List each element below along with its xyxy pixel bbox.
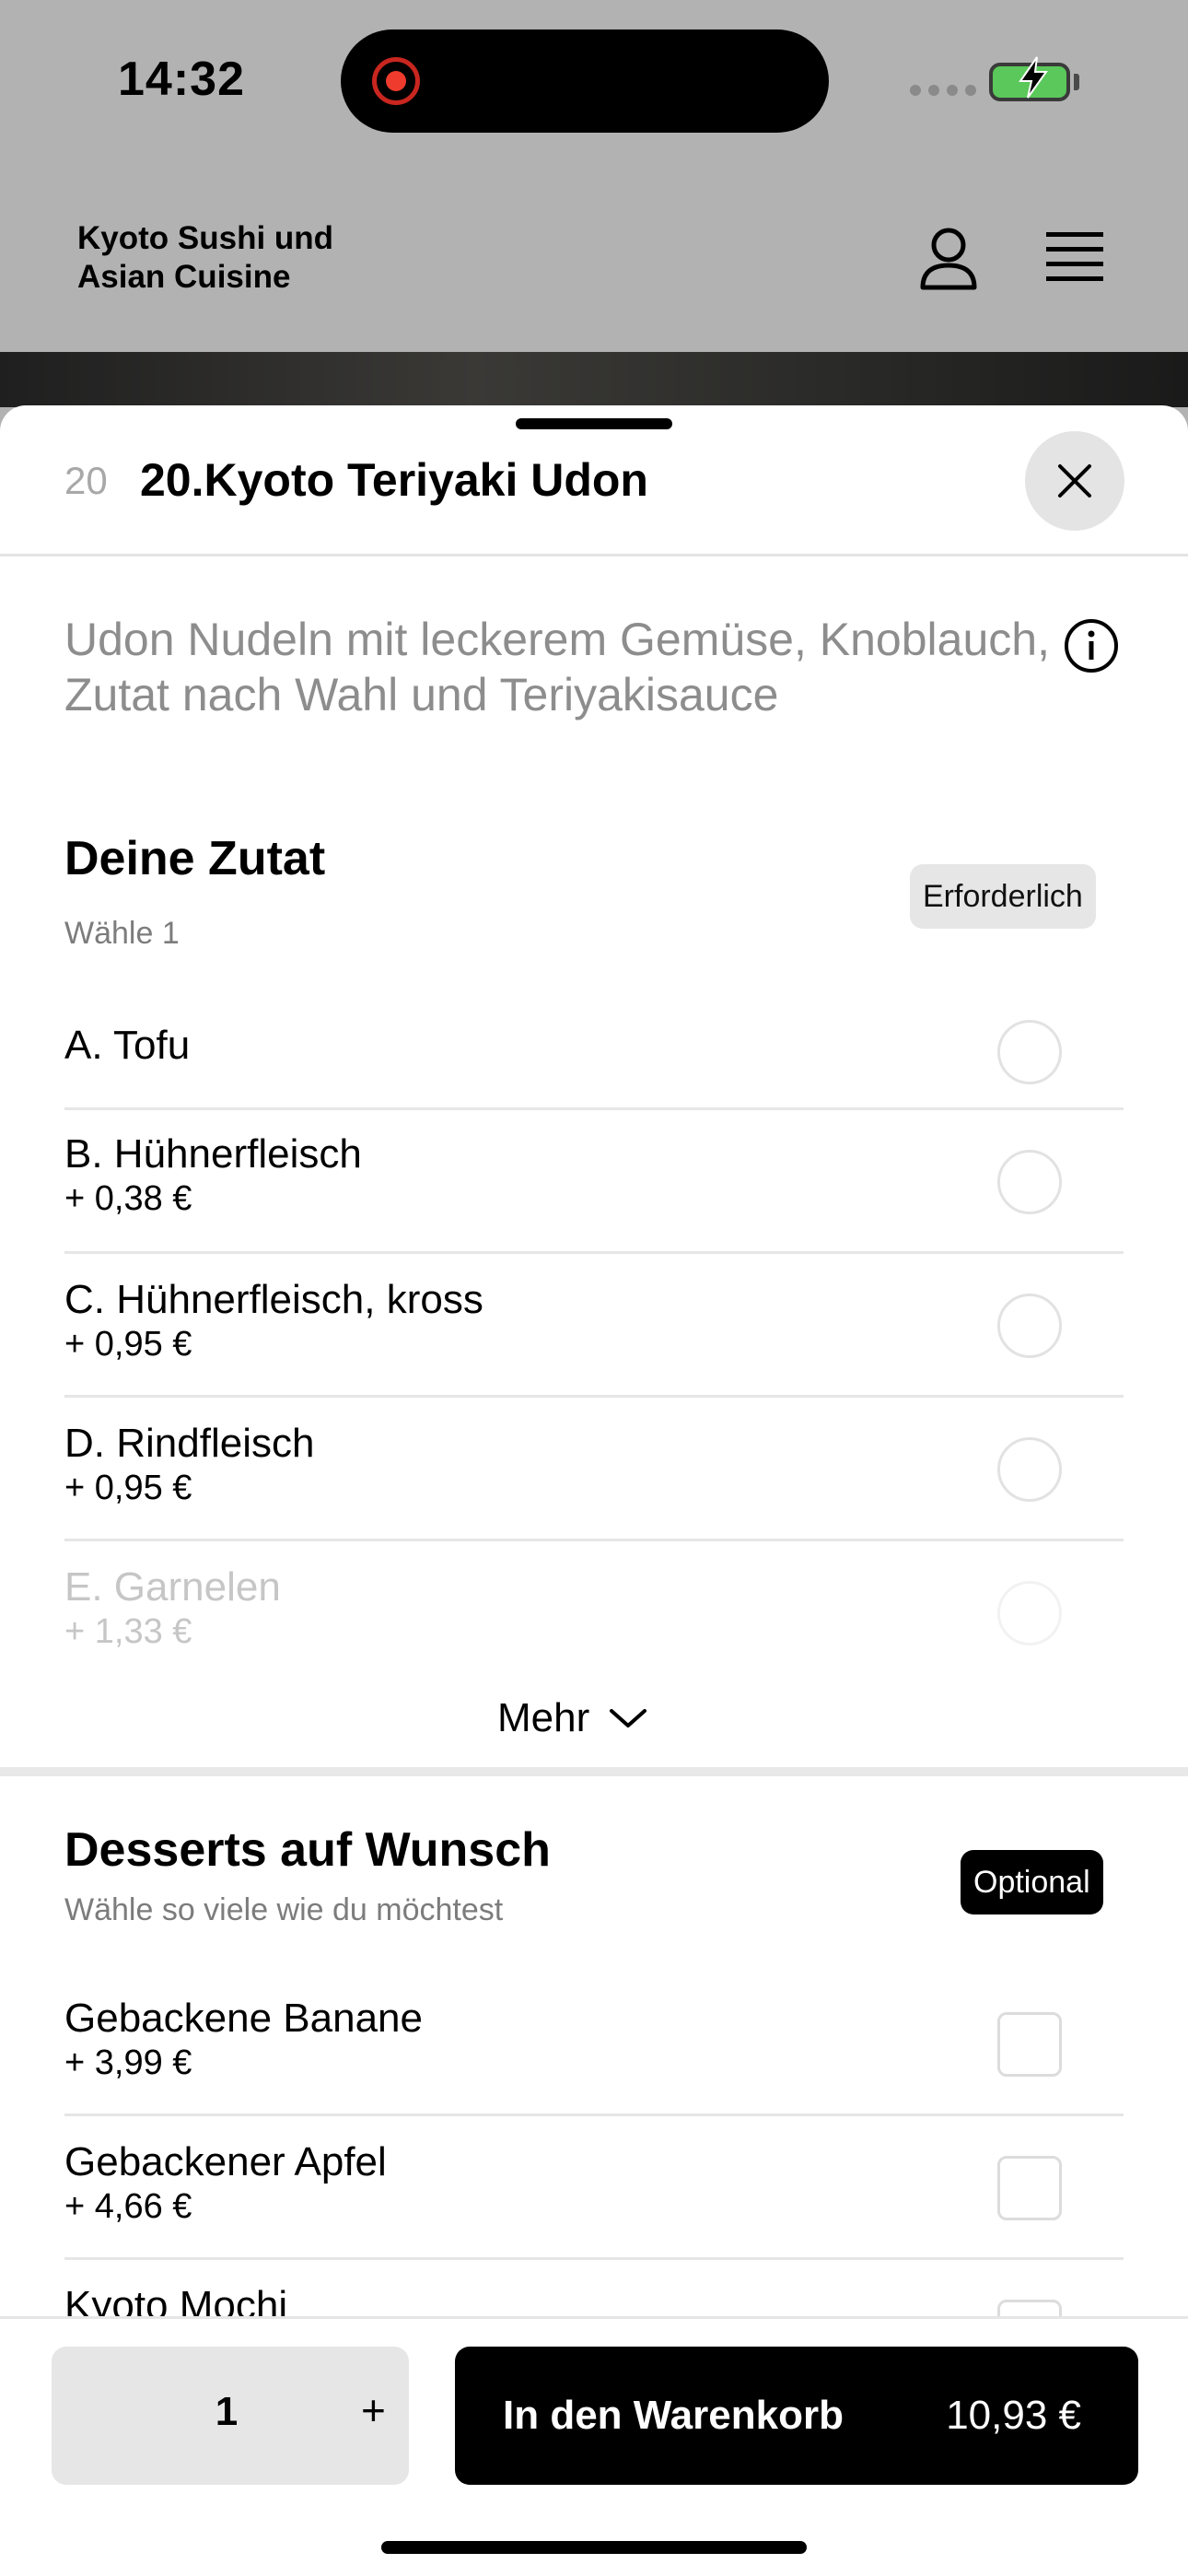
add-to-cart-label: In den Warenkorb xyxy=(503,2393,844,2438)
option-name: Gebackene Banane xyxy=(64,1996,423,2041)
item-title: 20.Kyoto Teriyaki Udon xyxy=(140,454,648,506)
option-checkbox-gebackener-apfel[interactable] xyxy=(997,2156,1062,2220)
item-description: Udon Nudeln mit leckerem Gemüse, Knoblau… xyxy=(64,614,1050,720)
option-name: B. Hühnerfleisch xyxy=(64,1131,362,1177)
menu-button[interactable] xyxy=(1041,227,1109,287)
profile-button[interactable] xyxy=(912,221,985,295)
item-number: 20 xyxy=(64,459,108,502)
item-detail-sheet: 20 20.Kyoto Teriyaki Udon Udon Nudeln mi… xyxy=(0,405,1188,2576)
restaurant-name[interactable]: Kyoto Sushi und Asian Cuisine xyxy=(77,219,372,297)
option-price: + 0,38 € xyxy=(64,1179,192,1218)
optional-badge: Optional xyxy=(961,1850,1103,1914)
group-title-desserts: Desserts auf Wunsch xyxy=(64,1823,551,1877)
quantity-value: 1 xyxy=(215,2389,239,2434)
close-button[interactable] xyxy=(1025,431,1124,531)
option-price: + 0,95 € xyxy=(64,1325,192,1364)
cellular-signal-icon xyxy=(910,85,976,96)
sheet-grabber[interactable] xyxy=(516,418,672,429)
show-more-label: Mehr xyxy=(497,1695,590,1740)
dynamic-island xyxy=(341,29,829,133)
quantity-stepper[interactable]: 1 + xyxy=(52,2347,409,2485)
option-name: D. Rindfleisch xyxy=(64,1421,315,1466)
divider xyxy=(64,1539,1124,1541)
option-price: + 1,33 € xyxy=(64,1612,192,1651)
show-more-button[interactable]: Mehr xyxy=(497,1686,648,1751)
header-photo xyxy=(0,352,1188,407)
group-title-ingredient: Deine Zutat xyxy=(64,832,326,885)
charging-bolt-icon xyxy=(1013,55,1054,107)
person-icon xyxy=(920,228,977,290)
close-icon xyxy=(1058,464,1091,498)
recording-indicator-icon xyxy=(372,57,420,105)
group-separator xyxy=(0,1767,1188,1776)
option-radio-tofu[interactable] xyxy=(997,1020,1062,1084)
battery-cap xyxy=(1074,74,1079,90)
add-to-cart-button[interactable]: In den Warenkorb 10,93 € xyxy=(455,2347,1138,2485)
option-radio-huehnerfleisch-kross[interactable] xyxy=(997,1294,1062,1358)
option-name: C. Hühnerfleisch, kross xyxy=(64,1277,483,1322)
info-icon xyxy=(1065,619,1118,673)
option-name: Gebackener Apfel xyxy=(64,2139,387,2184)
group-subtitle-ingredient: Wähle 1 xyxy=(64,916,180,951)
chevron-down-icon xyxy=(610,1709,647,1727)
bottom-action-bar: 1 + In den Warenkorb 10,93 € xyxy=(0,2316,1188,2576)
hamburger-menu-icon xyxy=(1046,232,1103,281)
divider xyxy=(64,1251,1124,1254)
divider xyxy=(64,1107,1124,1110)
home-indicator xyxy=(381,2541,807,2554)
required-badge: Erforderlich xyxy=(910,864,1096,929)
info-button[interactable] xyxy=(1063,617,1120,674)
group-subtitle-desserts: Wähle so viele wie du möchtest xyxy=(64,1892,504,1927)
app-header: Kyoto Sushi und Asian Cuisine xyxy=(0,166,1188,352)
status-time: 14:32 xyxy=(118,53,245,106)
option-checkbox-gebackene-banane[interactable] xyxy=(997,2012,1062,2077)
divider xyxy=(64,2257,1124,2260)
status-bar: 14:32 xyxy=(0,0,1188,166)
option-price: + 3,99 € xyxy=(64,2043,192,2082)
option-name: A. Tofu xyxy=(64,1023,191,1068)
option-price: + 4,66 € xyxy=(64,2187,192,2226)
quantity-plus-button[interactable]: + xyxy=(361,2385,407,2435)
divider xyxy=(64,1395,1124,1398)
option-name: E. Garnelen xyxy=(64,1564,281,1610)
divider xyxy=(64,2113,1124,2116)
option-price: + 0,95 € xyxy=(64,1469,192,1507)
add-to-cart-price: 10,93 € xyxy=(946,2393,1081,2438)
option-radio-huehnerfleisch[interactable] xyxy=(997,1150,1062,1214)
option-radio-rindfleisch[interactable] xyxy=(997,1437,1062,1502)
sheet-header: 20 20.Kyoto Teriyaki Udon xyxy=(0,405,1188,556)
option-radio-garnelen[interactable] xyxy=(997,1581,1062,1645)
